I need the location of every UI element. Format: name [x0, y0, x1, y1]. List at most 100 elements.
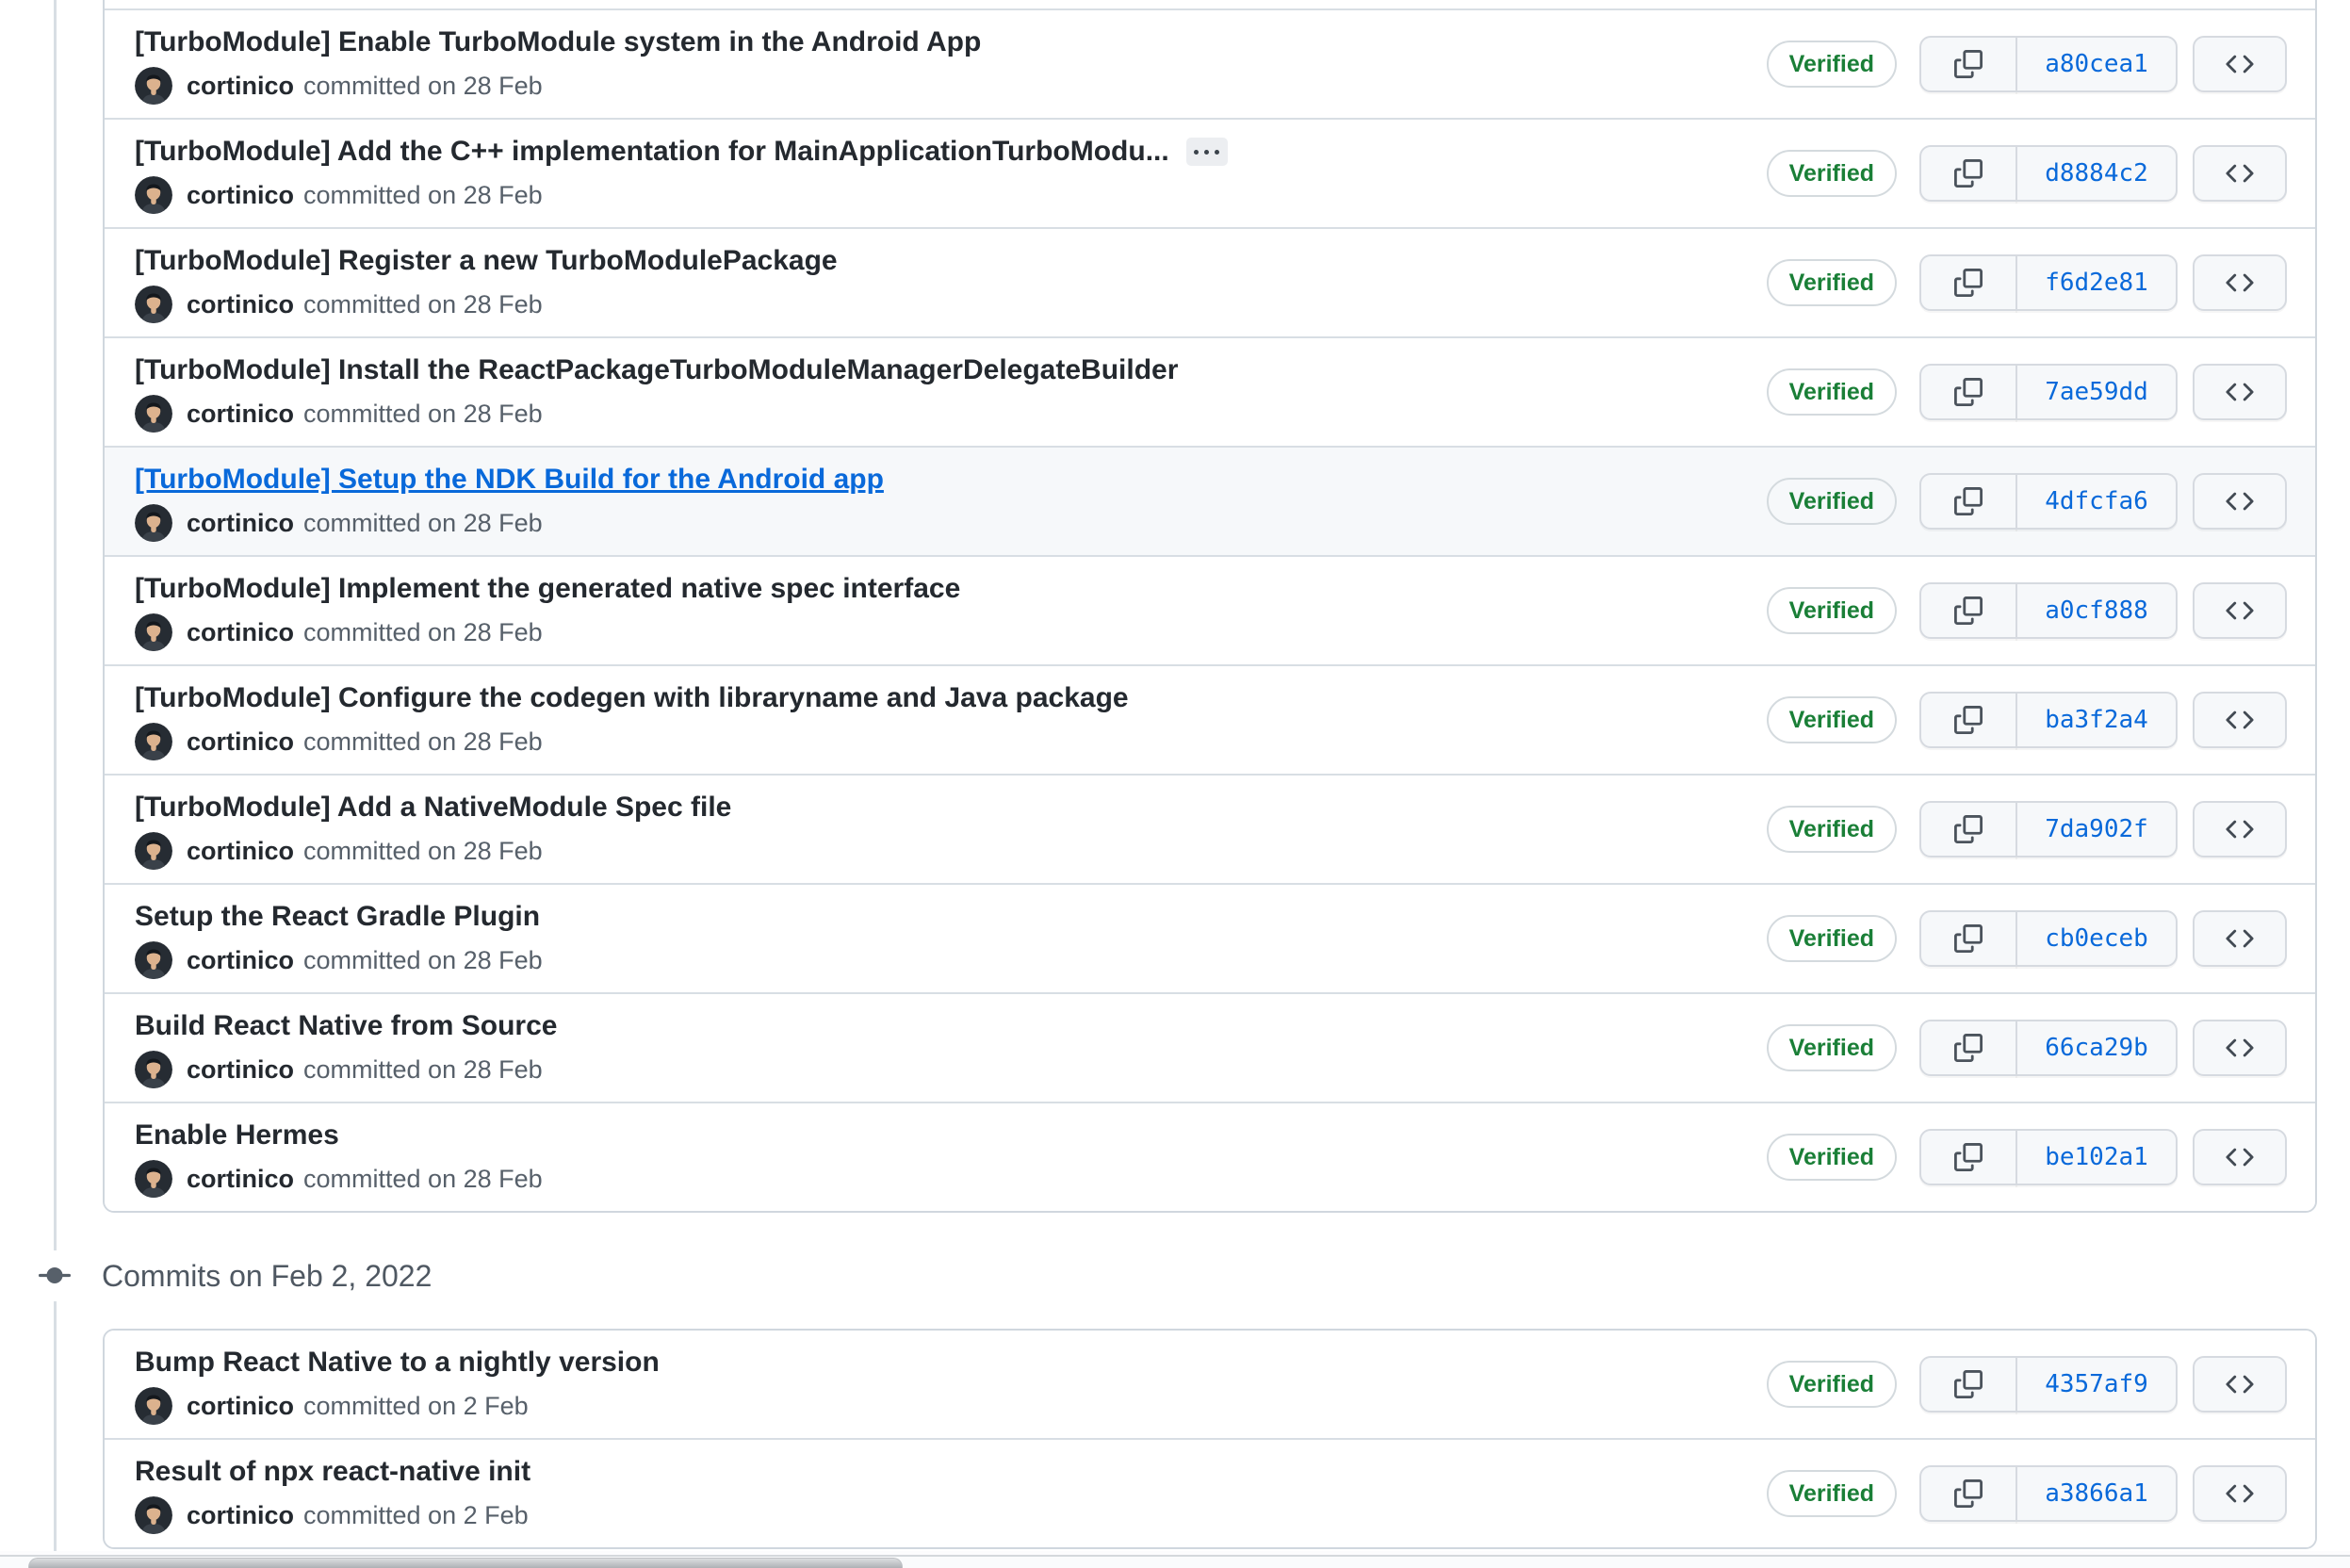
commit-author-link[interactable]: cortinico: [187, 613, 294, 651]
commit-author-link[interactable]: cortinico: [187, 1051, 294, 1088]
avatar[interactable]: [135, 1051, 172, 1088]
browse-code-button[interactable]: [2193, 254, 2287, 311]
avatar[interactable]: [135, 395, 172, 433]
copy-sha-button[interactable]: [1919, 582, 2017, 639]
copy-sha-button[interactable]: [1919, 1129, 2017, 1185]
commit-title-link[interactable]: [TurboModule] Add a NativeModule Spec fi…: [135, 788, 731, 827]
commit-sha-button[interactable]: a3866a1: [2015, 1465, 2178, 1522]
commit-title-link[interactable]: [TurboModule] Register a new TurboModule…: [135, 241, 838, 281]
commit-author-link[interactable]: cortinico: [187, 286, 294, 323]
verified-badge[interactable]: Verified: [1766, 806, 1897, 853]
avatar[interactable]: [135, 613, 172, 651]
browse-code-button[interactable]: [2193, 1465, 2287, 1522]
copy-sha-button[interactable]: [1919, 1020, 2017, 1076]
avatar[interactable]: [135, 941, 172, 979]
browse-code-button[interactable]: [2193, 145, 2287, 202]
commit-sha-button[interactable]: f6d2e81: [2015, 254, 2178, 311]
copy-sha-button[interactable]: [1919, 254, 2017, 311]
copy-sha-button[interactable]: [1919, 473, 2017, 530]
browse-code-button[interactable]: [2193, 910, 2287, 967]
commit-sha-button[interactable]: 66ca29b: [2015, 1020, 2178, 1076]
avatar[interactable]: [135, 67, 172, 105]
avatar[interactable]: [135, 832, 172, 870]
verified-badge[interactable]: Verified: [1766, 478, 1897, 525]
commit-author-link[interactable]: cortinico: [187, 1160, 294, 1198]
verified-badge[interactable]: Verified: [1766, 368, 1897, 416]
verified-badge[interactable]: Verified: [1766, 915, 1897, 962]
verified-badge[interactable]: Verified: [1766, 1024, 1897, 1071]
verified-badge[interactable]: Verified: [1766, 696, 1897, 743]
commit-sha-button[interactable]: d8884c2: [2015, 145, 2178, 202]
commit-meta: cortinico committed on 28 Feb: [135, 67, 1744, 105]
commit-meta: cortinico committed on 28 Feb: [135, 395, 1744, 433]
commit-title-link[interactable]: Setup the React Gradle Plugin: [135, 897, 540, 937]
commit-author-link[interactable]: cortinico: [187, 395, 294, 433]
browse-code-button[interactable]: [2193, 1356, 2287, 1413]
browse-code-button[interactable]: [2193, 582, 2287, 639]
verified-badge[interactable]: Verified: [1766, 41, 1897, 88]
copy-sha-button[interactable]: [1919, 364, 2017, 420]
sha-button-group: 7da902f: [1919, 801, 2178, 858]
commit-sha-button[interactable]: 4dfcfa6: [2015, 473, 2178, 530]
commit-title-link[interactable]: [TurboModule] Enable TurboModule system …: [135, 23, 981, 62]
commit-sha-button[interactable]: 4357af9: [2015, 1356, 2178, 1413]
avatar[interactable]: [135, 1496, 172, 1534]
copy-icon: [1954, 269, 1983, 297]
copy-sha-button[interactable]: [1919, 36, 2017, 92]
browse-code-button[interactable]: [2193, 364, 2287, 420]
commit-sha-button[interactable]: cb0eceb: [2015, 910, 2178, 967]
avatar[interactable]: [135, 1160, 172, 1198]
browse-code-button[interactable]: [2193, 801, 2287, 858]
browse-code-button[interactable]: [2193, 36, 2287, 92]
verified-badge[interactable]: Verified: [1766, 259, 1897, 306]
verified-badge[interactable]: Verified: [1766, 587, 1897, 634]
commit-title-link[interactable]: Bump React Native to a nightly version: [135, 1343, 660, 1382]
commit-group-date: Commits on Feb 2, 2022: [102, 1258, 432, 1293]
commit-sha-button[interactable]: a0cf888: [2015, 582, 2178, 639]
commit-title-link[interactable]: [TurboModule] Configure the codegen with…: [135, 678, 1129, 718]
copy-sha-button[interactable]: [1919, 1356, 2017, 1413]
commit-author-link[interactable]: cortinico: [187, 1387, 294, 1425]
browse-code-button[interactable]: [2193, 1129, 2287, 1185]
commit-title-link[interactable]: [TurboModule] Install the ReactPackageTu…: [135, 351, 1178, 390]
avatar[interactable]: [135, 176, 172, 214]
commit-title-link[interactable]: Result of npx react-native init: [135, 1452, 530, 1492]
commit-author-link[interactable]: cortinico: [187, 723, 294, 760]
commit-author-link[interactable]: cortinico: [187, 941, 294, 979]
commit-sha-button[interactable]: 7da902f: [2015, 801, 2178, 858]
commit-author-link[interactable]: cortinico: [187, 504, 294, 542]
browse-code-button[interactable]: [2193, 473, 2287, 530]
verified-badge[interactable]: Verified: [1766, 1134, 1897, 1181]
commit-title-link[interactable]: [TurboModule] Implement the generated na…: [135, 569, 960, 609]
verified-badge[interactable]: Verified: [1766, 150, 1897, 197]
avatar[interactable]: [135, 286, 172, 323]
commit-author-link[interactable]: cortinico: [187, 67, 294, 105]
horizontal-scrollbar-thumb[interactable]: [28, 1558, 903, 1568]
copy-sha-button[interactable]: [1919, 801, 2017, 858]
copy-sha-button[interactable]: [1919, 910, 2017, 967]
commit-title-link[interactable]: Build React Native from Source: [135, 1006, 557, 1046]
browse-code-button[interactable]: [2193, 1020, 2287, 1076]
commit-author-link[interactable]: cortinico: [187, 1496, 294, 1534]
avatar[interactable]: [135, 1387, 172, 1425]
copy-sha-button[interactable]: [1919, 1465, 2017, 1522]
commit-sha-button[interactable]: be102a1: [2015, 1129, 2178, 1185]
commit-date-text: committed on 2 Feb: [303, 1392, 529, 1420]
commit-sha-button[interactable]: 7ae59dd: [2015, 364, 2178, 420]
commit-title-link[interactable]: [TurboModule] Add the C++ implementation…: [135, 132, 1169, 172]
commit-sha-button[interactable]: ba3f2a4: [2015, 692, 2178, 748]
verified-badge[interactable]: Verified: [1766, 1361, 1897, 1408]
browse-code-button[interactable]: [2193, 692, 2287, 748]
copy-sha-button[interactable]: [1919, 692, 2017, 748]
expand-commit-message-button[interactable]: [1185, 138, 1228, 166]
commit-author-link[interactable]: cortinico: [187, 832, 294, 870]
avatar[interactable]: [135, 504, 172, 542]
commit-title-link[interactable]: Enable Hermes: [135, 1116, 339, 1155]
avatar[interactable]: [135, 723, 172, 760]
verified-badge[interactable]: Verified: [1766, 1470, 1897, 1517]
commit-sha-button[interactable]: a80cea1: [2015, 36, 2178, 92]
commit-row-actions: Verified 7da902f: [1766, 801, 2315, 858]
commit-title-link[interactable]: [TurboModule] Setup the NDK Build for th…: [135, 460, 884, 499]
copy-sha-button[interactable]: [1919, 145, 2017, 202]
commit-author-link[interactable]: cortinico: [187, 176, 294, 214]
